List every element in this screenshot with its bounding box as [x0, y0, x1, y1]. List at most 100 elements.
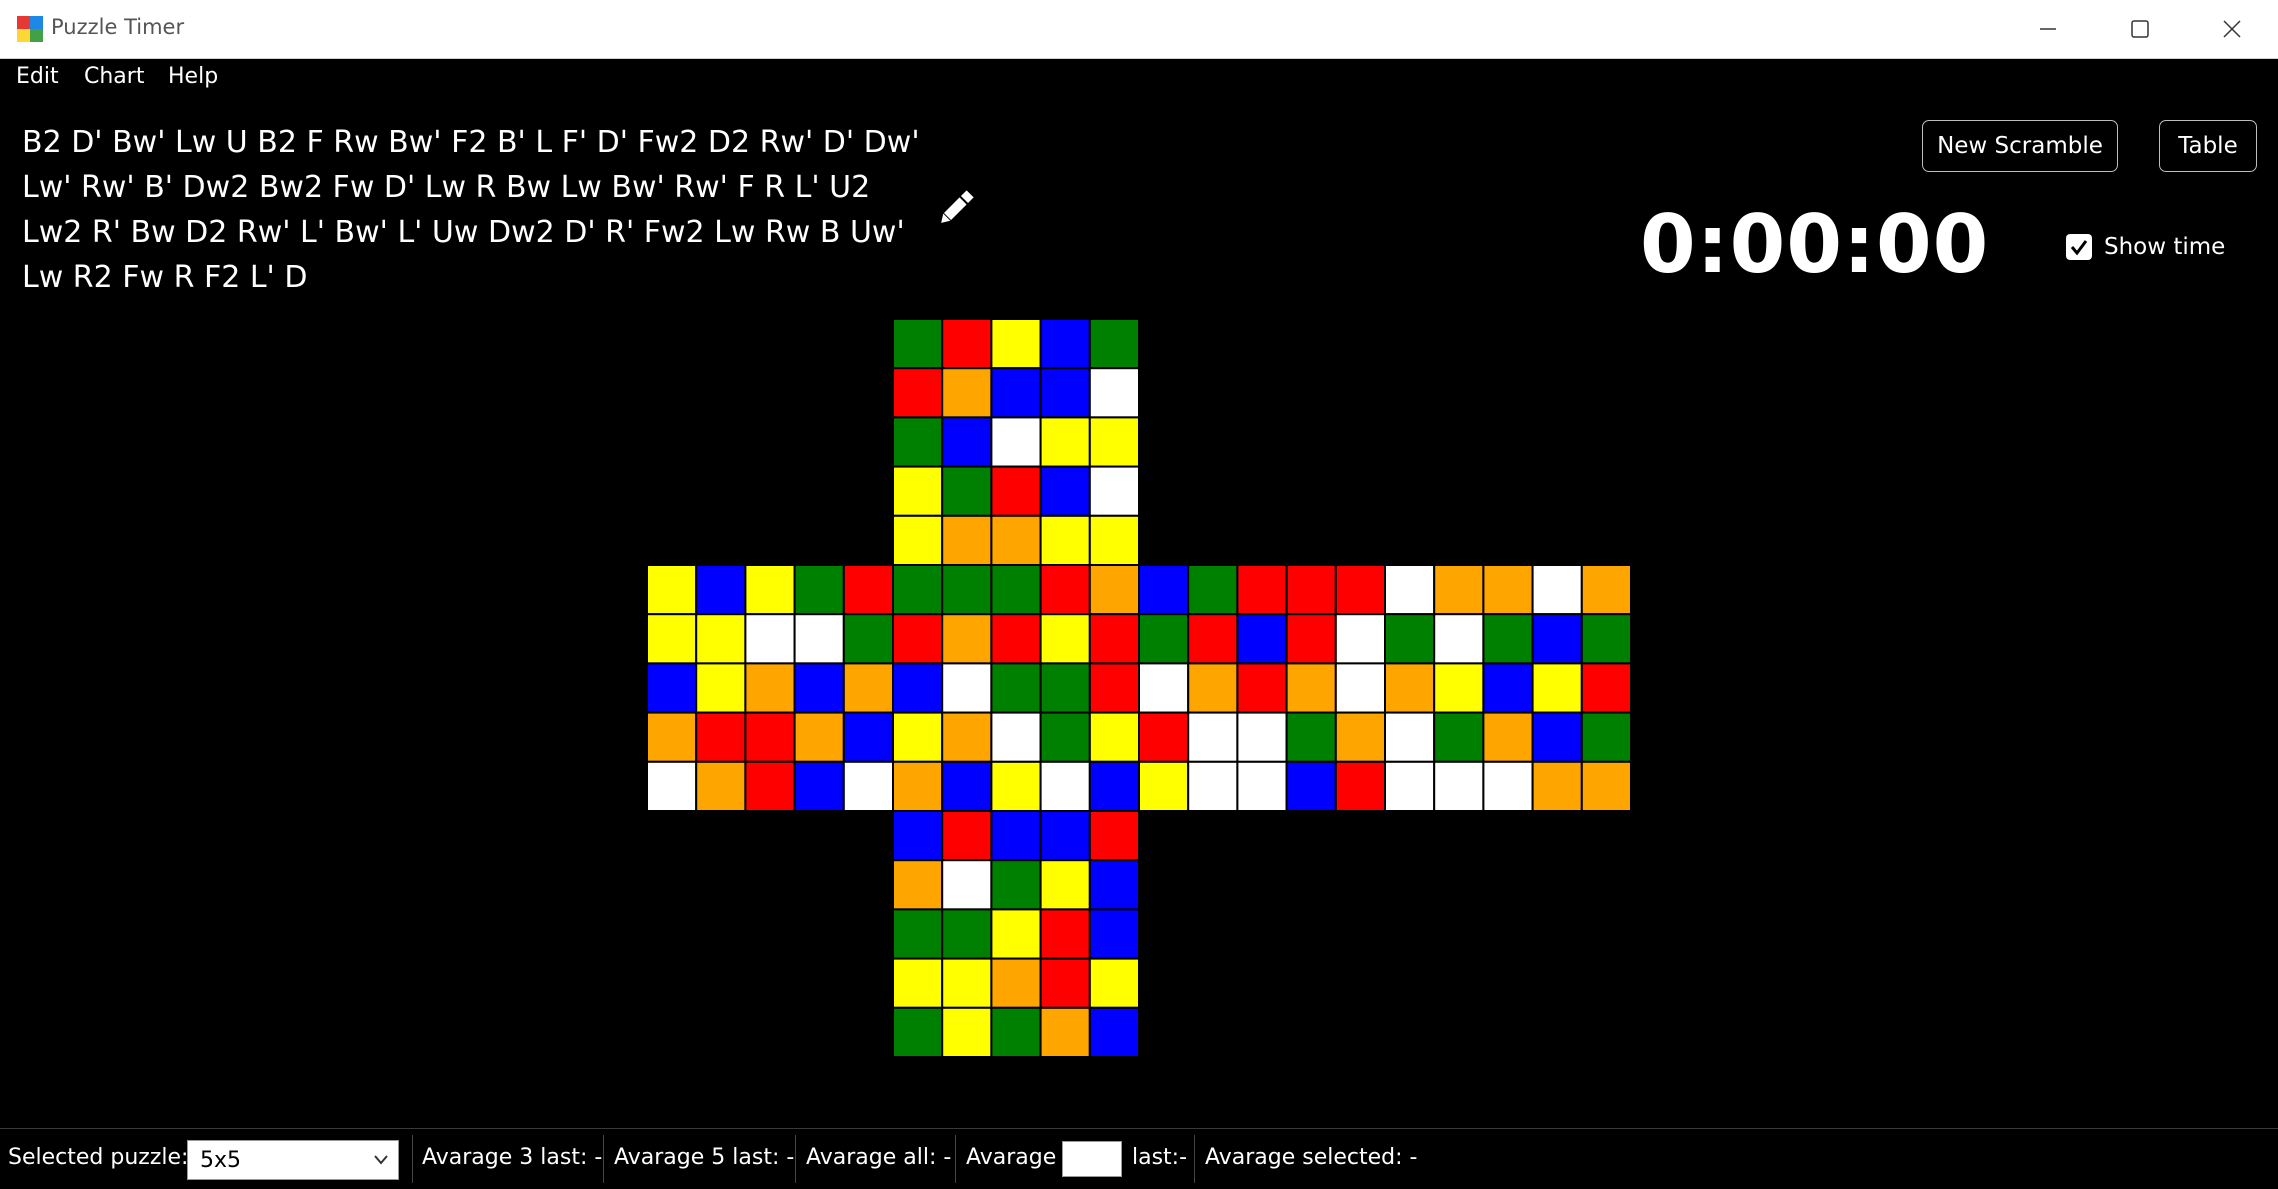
- cube-sticker-left: [744, 760, 796, 812]
- cube-sticker-back: [1580, 711, 1633, 763]
- cube-sticker-front: [1088, 613, 1141, 665]
- cube-sticker-right: [1138, 662, 1190, 714]
- cube-sticker-left: [744, 662, 796, 714]
- cube-sticker-front: [892, 711, 944, 763]
- cube-sticker-right: [1187, 711, 1239, 763]
- cube-sticker-right: [1138, 760, 1190, 812]
- cube-sticker-up: [990, 416, 1042, 468]
- cube-sticker-right: [1236, 564, 1288, 616]
- cube-sticker-front: [941, 662, 993, 714]
- cube-sticker-down: [892, 908, 944, 960]
- cube-sticker-down: [1088, 810, 1141, 862]
- cube-sticker-right: [1236, 662, 1288, 714]
- cube-sticker-down: [1088, 957, 1141, 1009]
- cube-sticker-left: [842, 711, 894, 763]
- new-scramble-button[interactable]: New Scramble: [1922, 120, 2118, 172]
- divider: [795, 1135, 796, 1183]
- cube-sticker-back: [1580, 613, 1633, 665]
- cube-sticker-left: [695, 564, 747, 616]
- cube-sticker-right: [1334, 564, 1387, 616]
- cube-sticker-back: [1482, 711, 1534, 763]
- cube-sticker-front: [1088, 760, 1141, 812]
- cube-sticker-left: [744, 711, 796, 763]
- cube-sticker-back: [1433, 662, 1485, 714]
- cube-sticker-front: [1039, 711, 1091, 763]
- scramble-text: B2 D' Bw' Lw U B2 F Rw Bw' F2 B' L F' D'…: [22, 125, 920, 295]
- cube-sticker-right: [1138, 564, 1190, 616]
- cube-sticker-front: [941, 760, 993, 812]
- cube-sticker-up: [892, 465, 944, 517]
- cube-sticker-front: [1039, 662, 1091, 714]
- cube-sticker-down: [941, 1006, 993, 1058]
- puzzle-select[interactable]: 5x5: [187, 1140, 399, 1180]
- cube-sticker-left: [695, 760, 747, 812]
- cube-sticker-front: [990, 613, 1042, 665]
- edit-scramble-pencil-icon[interactable]: [934, 186, 978, 230]
- cube-sticker-down: [990, 859, 1042, 911]
- cube-sticker-up: [990, 514, 1042, 566]
- cube-sticker-left: [695, 662, 747, 714]
- average-all: Avarage all: -: [806, 1145, 952, 1170]
- cube-sticker-up: [1039, 416, 1091, 468]
- cube-sticker-up: [1088, 367, 1141, 419]
- cube-sticker-front: [1088, 564, 1141, 616]
- cube-sticker-right: [1187, 662, 1239, 714]
- show-time-checkbox[interactable]: [2066, 234, 2092, 260]
- average-selected: Avarage selected: -: [1205, 1145, 1418, 1170]
- cube-sticker-up: [892, 367, 944, 419]
- cube-sticker-right: [1285, 564, 1337, 616]
- timer-display: 0:00:00: [1640, 198, 1990, 291]
- cube-sticker-back: [1384, 613, 1436, 665]
- maximize-button[interactable]: [2094, 0, 2186, 58]
- cube-sticker-left: [646, 613, 698, 665]
- close-button[interactable]: [2186, 0, 2278, 58]
- cube-sticker-up: [941, 416, 993, 468]
- menu-help[interactable]: Help: [168, 64, 218, 89]
- minimize-button[interactable]: [2002, 0, 2094, 58]
- cube-sticker-left: [646, 760, 698, 812]
- cube-sticker-right: [1334, 613, 1387, 665]
- cube-sticker-back: [1482, 662, 1534, 714]
- cube-sticker-right: [1334, 760, 1387, 812]
- cube-sticker-down: [1039, 859, 1091, 911]
- cube-sticker-down: [1088, 1006, 1141, 1058]
- cube-sticker-right: [1285, 760, 1337, 812]
- cube-sticker-left: [695, 613, 747, 665]
- cube-sticker-down: [941, 908, 993, 960]
- cube-sticker-up: [941, 514, 993, 566]
- cube-sticker-up: [1088, 318, 1141, 370]
- cube-sticker-left: [793, 760, 845, 812]
- table-button[interactable]: Table: [2159, 120, 2257, 172]
- menu-edit[interactable]: Edit: [16, 64, 59, 89]
- cube-sticker-left: [793, 711, 845, 763]
- cube-sticker-front: [1088, 662, 1141, 714]
- average-count-input[interactable]: [1062, 1141, 1122, 1177]
- cube-sticker-left: [842, 613, 894, 665]
- cube-sticker-back: [1433, 760, 1485, 812]
- cube-sticker-front: [941, 564, 993, 616]
- menu-chart[interactable]: Chart: [84, 64, 144, 89]
- cube-sticker-right: [1285, 711, 1337, 763]
- cube-sticker-down: [990, 1006, 1042, 1058]
- cube-sticker-up: [1088, 465, 1141, 517]
- average-5-last: Avarage 5 last: -: [614, 1145, 795, 1170]
- cube-sticker-back: [1384, 760, 1436, 812]
- cube-sticker-down: [1039, 957, 1091, 1009]
- cube-sticker-front: [990, 711, 1042, 763]
- cube-sticker-back: [1580, 760, 1633, 812]
- chevron-down-icon: [374, 1155, 388, 1165]
- menu-bar: Edit Chart Help: [0, 58, 2278, 98]
- cube-sticker-front: [990, 564, 1042, 616]
- average-3-last: Avarage 3 last: -: [422, 1145, 603, 1170]
- cube-sticker-down: [892, 957, 944, 1009]
- cube-sticker-up: [1039, 465, 1091, 517]
- cube-sticker-down: [892, 859, 944, 911]
- cube-sticker-down: [941, 859, 993, 911]
- cube-sticker-up: [941, 318, 993, 370]
- cube-sticker-right: [1236, 613, 1288, 665]
- cube-sticker-up: [990, 318, 1042, 370]
- cube-sticker-back: [1433, 711, 1485, 763]
- cube-sticker-right: [1334, 662, 1387, 714]
- selected-puzzle-label: Selected puzzle:: [8, 1145, 189, 1170]
- cube-sticker-down: [941, 957, 993, 1009]
